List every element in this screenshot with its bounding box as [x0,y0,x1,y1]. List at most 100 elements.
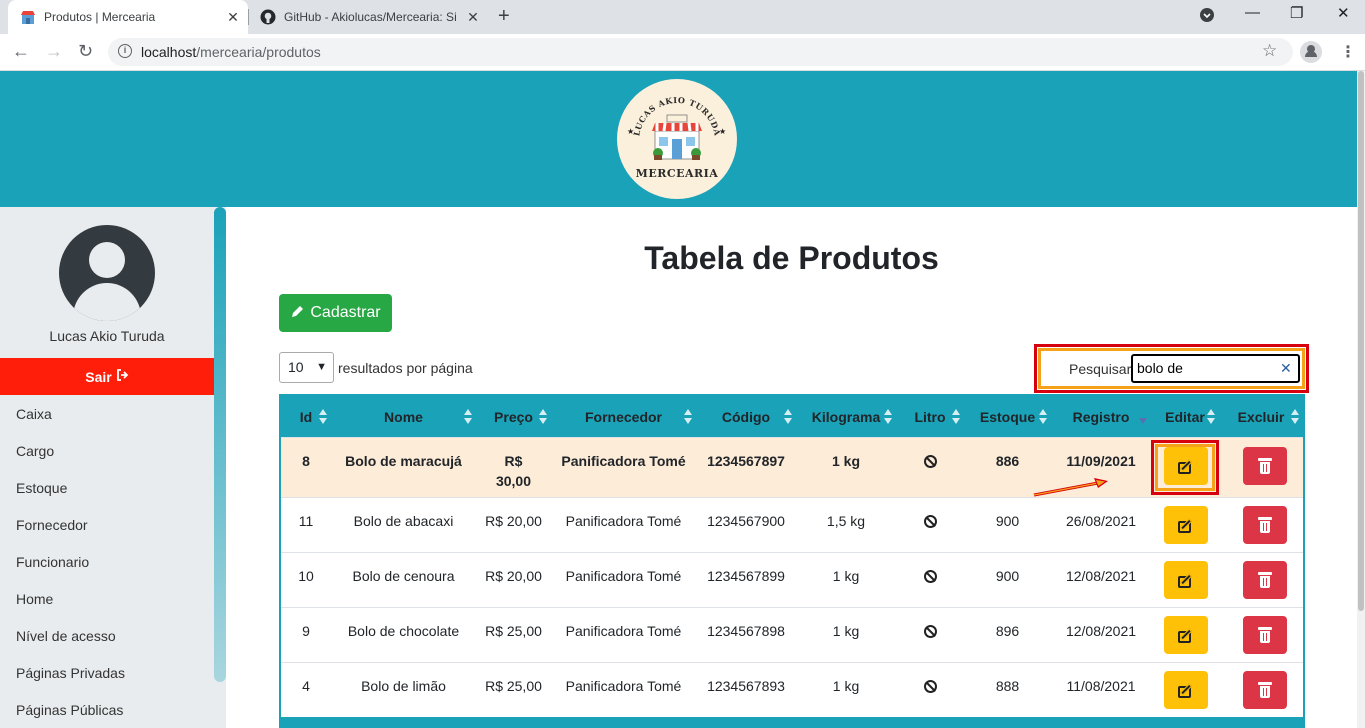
cell-nome: Bolo de chocolate [347,623,460,639]
sidebar-item-paginas-publicas[interactable]: Páginas Públicas [0,691,214,728]
column-header-codigo[interactable]: Código [696,396,796,437]
column-header-litro[interactable]: Litro [896,396,964,437]
table-header: Id Nome Preço Fornecedor Código Kilogram… [281,396,1303,437]
delete-button[interactable] [1243,616,1287,654]
edit-annotation-frame [1151,440,1219,495]
search-label: Pesquisar [1069,361,1132,377]
cell-codigo: 1234567899 [707,568,785,584]
pencil-icon [290,304,305,323]
not-applicable-icon [923,455,937,468]
tab-title: Produtos | Mercearia [44,10,156,24]
cell-fornecedor: Panificadora Tomé [565,513,682,529]
logout-label: Sair [85,368,112,385]
column-header-fornecedor[interactable]: Fornecedor [551,396,696,437]
back-icon[interactable]: ← [12,41,30,62]
cell-preco: R$ 25,00 [485,623,542,639]
sidebar-item-cargo[interactable]: Cargo [0,432,214,469]
reload-icon[interactable]: ↻ [78,41,93,62]
github-favicon-icon [260,9,276,25]
column-header-estoque[interactable]: Estoque [964,396,1051,437]
sort-icon [1039,409,1047,425]
cell-id: 11 [298,513,314,529]
trash-icon [1258,682,1272,698]
tab-github[interactable]: GitHub - Akiolucas/Mercearia: Si ✕ [250,0,488,34]
edit-button[interactable] [1164,561,1208,599]
column-header-preco[interactable]: Preço [476,396,551,437]
table-row: 8 Bolo de maracujá R$ 30,00 Panificadora … [281,437,1303,497]
page-scrollbar-thumb[interactable] [1358,71,1364,611]
sidebar-item-paginas-privadas[interactable]: Páginas Privadas [0,654,214,691]
cell-codigo: 1234567898 [707,623,785,639]
page-length-select[interactable]: 10 ▼ [279,352,334,383]
not-applicable-icon [923,570,937,583]
cell-codigo: 1234567897 [707,453,785,469]
logout-button[interactable]: Sair [0,358,214,395]
column-header-excluir[interactable]: Excluir [1219,396,1303,437]
cell-litro [896,438,964,471]
close-tab-icon[interactable]: ✕ [222,9,244,26]
close-tab-icon[interactable]: ✕ [462,9,484,26]
cell-preco: R$ 20,00 [485,513,542,529]
close-window-icon[interactable]: ✕ [1337,4,1350,22]
minimize-icon[interactable]: — [1245,4,1260,21]
delete-button[interactable] [1243,447,1287,485]
search-input[interactable]: bolo de [1131,354,1300,383]
sidebar-item-fornecedor[interactable]: Fornecedor [0,506,214,543]
omnibox[interactable]: i localhost/mercearia/produtos [108,38,1293,66]
column-header-editar[interactable]: Editar [1151,396,1219,437]
delete-button[interactable] [1243,561,1287,599]
forward-icon[interactable]: → [45,41,63,62]
delete-button[interactable] [1243,506,1287,544]
url-text: localhost/mercearia/produtos [141,44,321,60]
profile-icon[interactable] [1300,41,1322,63]
cell-nome: Bolo de abacaxi [353,513,454,529]
not-applicable-icon [923,680,937,693]
cell-fornecedor: Panificadora Tomé [565,623,682,639]
cell-fornecedor: Panificadora Tomé [565,568,682,584]
mercearia-logo[interactable]: LUCAS AKIO TURUDA ★ ★ MERCEARIA [617,79,737,199]
table-row: 9 Bolo de chocolate R$ 25,00 Panificador… [281,607,1303,662]
trash-icon [1258,572,1272,588]
register-button[interactable]: Cadastrar [279,294,392,332]
column-header-registro[interactable]: Registro [1051,396,1151,437]
menu-icon[interactable]: ⋮ [1340,42,1356,62]
edit-button[interactable] [1164,506,1208,544]
not-applicable-icon [923,625,937,638]
sidebar-scrollbar[interactable] [214,207,226,682]
cell-nome: Bolo de maracujá [345,453,462,469]
new-tab-icon[interactable]: + [498,5,510,28]
sidebar-item-caixa[interactable]: Caixa [0,395,214,432]
sidebar-item-estoque[interactable]: Estoque [0,469,214,506]
edit-button[interactable] [1164,616,1208,654]
cell-nome: Bolo de cenoura [352,568,455,584]
chevron-down-icon: ▼ [316,361,327,373]
sidebar-item-home[interactable]: Home [0,580,214,617]
cell-registro: 11/09/2021 [1066,453,1136,469]
cell-estoque: 900 [995,568,1020,584]
register-label: Cadastrar [310,304,381,321]
column-header-id[interactable]: Id [281,396,331,437]
sort-icon [539,409,547,425]
page-length-label: resultados por página [338,360,473,376]
sidebar-item-nivel-de-acesso[interactable]: Nível de acesso [0,617,214,654]
delete-button[interactable] [1243,671,1287,709]
tab-produtos[interactable]: Produtos | Mercearia ✕ [8,0,248,34]
logout-icon [116,369,129,384]
column-header-nome[interactable]: Nome [331,396,476,437]
star-icon[interactable]: ☆ [1262,41,1277,61]
sidebar-item-funcionario[interactable]: Funcionario [0,543,214,580]
edit-button[interactable] [1164,671,1208,709]
page-scrollbar[interactable] [1357,71,1365,728]
edit-icon [1178,627,1194,643]
column-header-kilograma[interactable]: Kilograma [796,396,896,437]
cell-nome: Bolo de limão [361,678,446,694]
tab-search-icon[interactable] [1200,8,1214,26]
cell-litro [896,498,964,531]
info-icon[interactable]: i [118,44,132,58]
clear-icon[interactable]: ✕ [1280,360,1292,377]
user-avatar-icon [59,225,155,321]
restore-icon[interactable]: ❐ [1290,4,1303,22]
cell-estoque: 886 [995,453,1020,469]
table-row: 11 Bolo de abacaxi R$ 20,00 Panificadora… [281,497,1303,552]
cell-fornecedor: Panificadora Tomé [565,678,682,694]
